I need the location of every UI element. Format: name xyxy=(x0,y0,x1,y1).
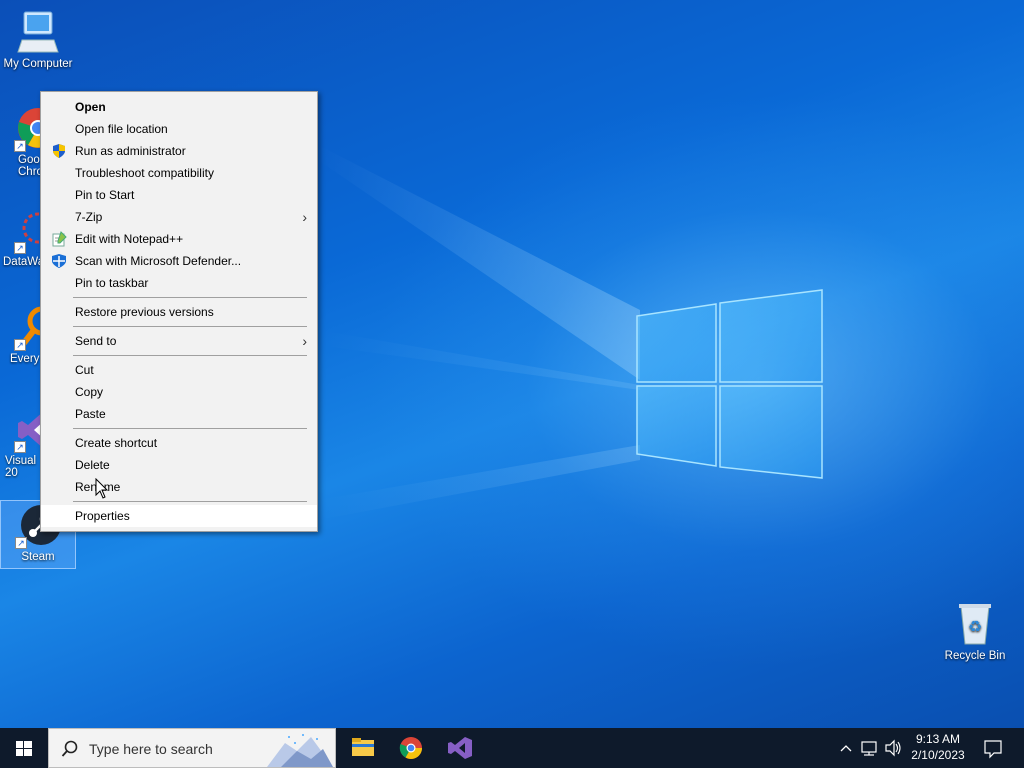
menu-separator xyxy=(73,501,307,502)
svg-text:♻: ♻ xyxy=(968,617,982,636)
menu-item-label: Open file location xyxy=(75,122,168,136)
menu-item-open-file-location[interactable]: Open file location xyxy=(41,118,317,140)
desktop-icon-label: Recycle Bin xyxy=(944,650,1006,662)
menu-item-send-to[interactable]: Send to › xyxy=(41,330,317,352)
menu-item-pin-to-start[interactable]: Pin to Start xyxy=(41,184,317,206)
menu-item-label: Scan with Microsoft Defender... xyxy=(75,254,242,268)
shortcut-arrow-icon: ↗ xyxy=(14,242,26,254)
visual-studio-icon xyxy=(448,737,472,759)
menu-item-label: Edit with Notepad++ xyxy=(75,232,184,246)
menu-item-edit-with-notepadpp[interactable]: Edit with Notepad++ xyxy=(41,228,317,250)
action-center-button[interactable] xyxy=(978,728,1008,768)
speaker-icon xyxy=(885,739,901,757)
menu-item-label: Pin to Start xyxy=(75,188,135,202)
file-explorer-icon xyxy=(352,738,374,756)
menu-item-troubleshoot-compatibility[interactable]: Troubleshoot compatibility xyxy=(41,162,317,184)
taskbar: Type here to search 9:13 AM 2/10/2023 xyxy=(0,728,1024,768)
chevron-up-icon xyxy=(840,745,852,752)
taskbar-file-explorer[interactable] xyxy=(338,728,386,768)
menu-item-delete[interactable]: Delete xyxy=(41,454,317,476)
menu-item-properties[interactable]: Properties xyxy=(41,505,317,527)
menu-item-label: Delete xyxy=(75,458,110,472)
menu-item-create-shortcut[interactable]: Create shortcut xyxy=(41,432,317,454)
menu-item-label: Properties xyxy=(75,509,130,523)
search-placeholder: Type here to search xyxy=(89,741,213,757)
menu-item-label: Open xyxy=(75,100,106,114)
menu-item-7zip[interactable]: 7-Zip › xyxy=(41,206,317,228)
menu-item-rename[interactable]: Rename xyxy=(41,476,317,498)
network-button[interactable] xyxy=(858,728,882,768)
menu-item-scan-with-defender[interactable]: Scan with Microsoft Defender... xyxy=(41,250,317,272)
menu-item-label: Copy xyxy=(75,385,104,399)
menu-item-label: Run as administrator xyxy=(75,144,186,158)
chrome-icon xyxy=(399,737,422,759)
shortcut-arrow-icon: ↗ xyxy=(14,339,26,351)
search-highlight-image xyxy=(267,734,333,767)
shortcut-arrow-icon: ↗ xyxy=(14,140,26,152)
menu-separator xyxy=(73,355,307,356)
defender-icon xyxy=(51,253,67,269)
shield-icon xyxy=(51,143,67,159)
start-button[interactable] xyxy=(0,728,48,768)
menu-item-label: Send to xyxy=(75,334,117,348)
menu-item-label: 7-Zip xyxy=(75,210,103,224)
menu-item-copy[interactable]: Copy xyxy=(41,381,317,403)
mouse-cursor-icon xyxy=(95,478,109,499)
shortcut-arrow-icon: ↗ xyxy=(15,537,27,549)
menu-item-label: Create shortcut xyxy=(75,436,158,450)
taskbar-clock[interactable]: 9:13 AM 2/10/2023 xyxy=(904,731,972,763)
menu-item-paste[interactable]: Paste xyxy=(41,403,317,425)
desktop-icon-label: My Computer xyxy=(3,58,73,70)
desktop-icon-recycle-bin[interactable]: ♻ Recycle Bin xyxy=(936,600,1014,662)
menu-item-label: Restore previous versions xyxy=(75,305,214,319)
recycle-bin-icon: ♻ xyxy=(951,600,999,648)
menu-item-label: Paste xyxy=(75,407,106,421)
menu-item-run-as-administrator[interactable]: Run as administrator xyxy=(41,140,317,162)
menu-item-pin-to-taskbar[interactable]: Pin to taskbar xyxy=(41,272,317,294)
menu-separator xyxy=(73,326,307,327)
menu-item-label: Cut xyxy=(75,363,94,377)
taskbar-chrome[interactable] xyxy=(387,728,435,768)
menu-item-restore-previous-versions[interactable]: Restore previous versions xyxy=(41,301,317,323)
menu-item-label: Troubleshoot compatibility xyxy=(75,166,214,180)
taskbar-search-box[interactable]: Type here to search xyxy=(48,728,336,768)
chevron-right-icon: › xyxy=(302,209,307,225)
menu-item-label: Pin to taskbar xyxy=(75,276,149,290)
clock-time: 9:13 AM xyxy=(915,732,961,746)
menu-separator xyxy=(73,428,307,429)
menu-item-open[interactable]: Open xyxy=(41,96,317,118)
network-icon xyxy=(861,741,877,756)
menu-separator xyxy=(73,297,307,298)
show-hidden-icons-button[interactable] xyxy=(836,728,856,768)
chevron-right-icon: › xyxy=(302,333,307,349)
context-menu: Open Open file location Run as administr… xyxy=(40,91,318,532)
windows-start-icon xyxy=(16,741,32,756)
taskbar-visual-studio[interactable] xyxy=(436,728,484,768)
clock-date: 2/10/2023 xyxy=(911,748,965,762)
menu-item-cut[interactable]: Cut xyxy=(41,359,317,381)
desktop-icon-my-computer[interactable]: My Computer xyxy=(0,8,76,70)
desktop-icon-label: Steam xyxy=(21,551,55,563)
windows-logo-wallpaper xyxy=(636,289,823,479)
shortcut-arrow-icon: ↗ xyxy=(14,441,26,453)
volume-button[interactable] xyxy=(882,728,904,768)
notepadpp-icon xyxy=(51,231,67,247)
computer-icon xyxy=(14,8,62,56)
search-icon xyxy=(61,740,78,757)
notification-icon xyxy=(984,740,1002,759)
